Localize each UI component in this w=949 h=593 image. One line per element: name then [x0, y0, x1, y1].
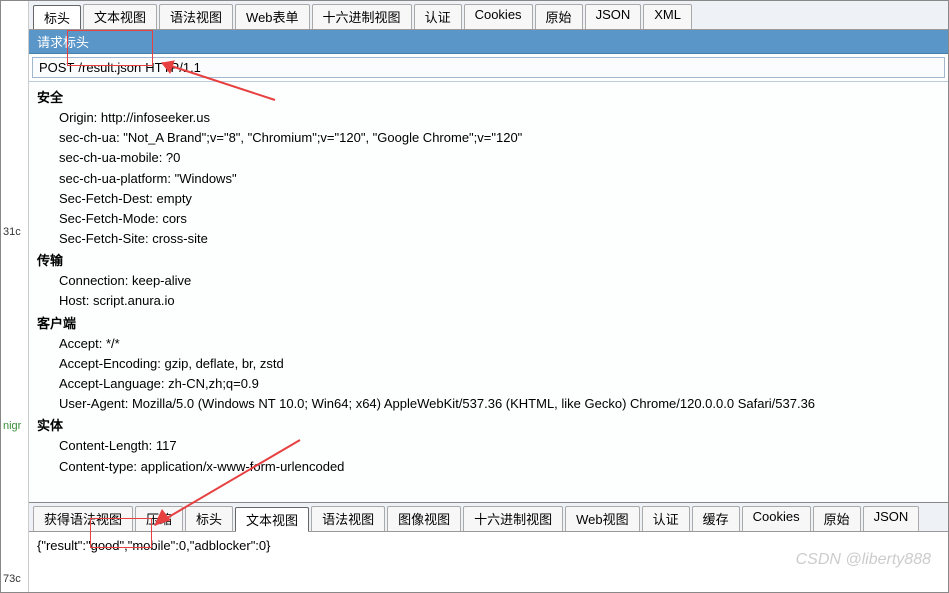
response-pane: 获得语法视图 压缩 标头 文本视图 语法视图 图像视图 十六进制视图 Web视图… — [29, 502, 948, 592]
header-content-type[interactable]: Content-type: application/x-www-form-url… — [59, 457, 940, 477]
tab-resp-syntax-view[interactable]: 语法视图 — [311, 506, 385, 531]
tab-resp-hex-view[interactable]: 十六进制视图 — [463, 506, 563, 531]
tab-auth[interactable]: 认证 — [414, 4, 462, 29]
request-tabs: 标头 文本视图 语法视图 Web表单 十六进制视图 认证 Cookies 原始 … — [29, 1, 948, 30]
header-origin[interactable]: Origin: http://infoseeker.us — [59, 108, 940, 128]
header-content-length[interactable]: Content-Length: 117 — [59, 436, 940, 456]
header-accept-encoding[interactable]: Accept-Encoding: gzip, deflate, br, zstd — [59, 354, 940, 374]
strip-mark: nigr — [3, 420, 21, 432]
tab-resp-headers[interactable]: 标头 — [185, 506, 233, 531]
header-sec-ch-ua-mobile[interactable]: sec-ch-ua-mobile: ?0 — [59, 148, 940, 168]
tab-headers[interactable]: 标头 — [33, 5, 81, 30]
group-transport: 传输 — [37, 251, 940, 271]
group-security: 安全 — [37, 88, 940, 108]
header-connection[interactable]: Connection: keep-alive — [59, 271, 940, 291]
header-user-agent[interactable]: User-Agent: Mozilla/5.0 (Windows NT 10.0… — [59, 394, 940, 414]
request-method: POST — [39, 60, 74, 75]
tab-resp-raw[interactable]: 原始 — [813, 506, 861, 531]
request-line[interactable]: POST /result.json HTTP/1.1 — [32, 57, 945, 78]
group-client: 客户端 — [37, 314, 940, 334]
header-accept-language[interactable]: Accept-Language: zh-CN,zh;q=0.9 — [59, 374, 940, 394]
header-accept[interactable]: Accept: */* — [59, 334, 940, 354]
tab-json[interactable]: JSON — [585, 4, 642, 29]
response-tabs: 获得语法视图 压缩 标头 文本视图 语法视图 图像视图 十六进制视图 Web视图… — [29, 503, 948, 532]
right-area: 标头 文本视图 语法视图 Web表单 十六进制视图 认证 Cookies 原始 … — [29, 1, 948, 592]
request-headers-title: 请求标头 — [29, 30, 948, 54]
tab-raw[interactable]: 原始 — [535, 4, 583, 29]
group-entity: 实体 — [37, 416, 940, 436]
header-host[interactable]: Host: script.anura.io — [59, 291, 940, 311]
header-sec-fetch-mode[interactable]: Sec-Fetch-Mode: cors — [59, 209, 940, 229]
header-sec-ch-ua-platform[interactable]: sec-ch-ua-platform: "Windows" — [59, 169, 940, 189]
tab-compress[interactable]: 压缩 — [135, 506, 183, 531]
tab-web-forms[interactable]: Web表单 — [235, 4, 310, 29]
tab-hex-view[interactable]: 十六进制视图 — [312, 4, 412, 29]
tab-get-syntax-view[interactable]: 获得语法视图 — [33, 506, 133, 531]
tab-syntax-view[interactable]: 语法视图 — [159, 4, 233, 29]
strip-mark: 73c — [3, 573, 21, 585]
request-path: /result.json — [78, 60, 141, 75]
left-summary-strip: 31c nigr 73c — [1, 1, 29, 592]
tab-text-view[interactable]: 文本视图 — [83, 4, 157, 29]
tab-web-view[interactable]: Web视图 — [565, 506, 640, 531]
tab-resp-cookies[interactable]: Cookies — [742, 506, 811, 531]
headers-pane[interactable]: 安全 Origin: http://infoseeker.us sec-ch-u… — [29, 81, 948, 502]
tab-image-view[interactable]: 图像视图 — [387, 506, 461, 531]
tab-cookies[interactable]: Cookies — [464, 4, 533, 29]
tab-resp-json[interactable]: JSON — [863, 506, 920, 531]
header-sec-fetch-dest[interactable]: Sec-Fetch-Dest: empty — [59, 189, 940, 209]
request-protocol: HTTP/1.1 — [145, 60, 201, 75]
header-sec-ch-ua[interactable]: sec-ch-ua: "Not_A Brand";v="8", "Chromiu… — [59, 128, 940, 148]
tab-cache[interactable]: 缓存 — [692, 506, 740, 531]
tab-resp-auth[interactable]: 认证 — [642, 506, 690, 531]
app-root: 31c nigr 73c 标头 文本视图 语法视图 Web表单 十六进制视图 认… — [0, 0, 949, 593]
header-sec-fetch-site[interactable]: Sec-Fetch-Site: cross-site — [59, 229, 940, 249]
tab-xml[interactable]: XML — [643, 4, 692, 29]
strip-mark: 31c — [3, 226, 21, 238]
tab-resp-text-view[interactable]: 文本视图 — [235, 507, 309, 532]
response-body[interactable]: {"result":"good","mobile":0,"adblocker":… — [29, 532, 948, 592]
